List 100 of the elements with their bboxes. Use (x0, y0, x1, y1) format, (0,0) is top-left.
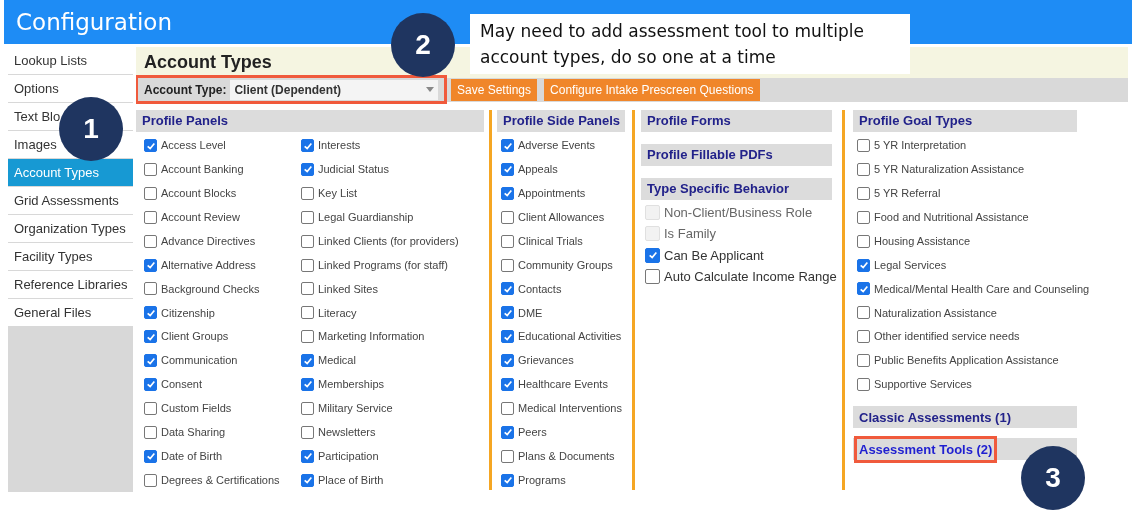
sidebar-item[interactable]: General Files (8, 299, 133, 326)
checkbox[interactable] (301, 234, 314, 248)
checkbox[interactable] (857, 282, 870, 296)
checkbox[interactable] (144, 378, 157, 391)
section-title: Profile Panels (142, 111, 228, 130)
checkbox[interactable] (301, 354, 314, 368)
checkbox-label: Legal Guardianship (318, 210, 414, 225)
checkbox[interactable] (144, 354, 157, 368)
checkbox[interactable] (857, 378, 870, 391)
checkbox-label: Custom Fields (161, 401, 232, 417)
dropdown-caret-icon (426, 87, 434, 93)
checkbox[interactable] (645, 269, 660, 285)
checkbox[interactable] (301, 330, 314, 344)
page-title: Account Types (144, 51, 272, 75)
checkbox[interactable] (144, 330, 157, 344)
checkbox-label: Citizenship (161, 305, 215, 321)
checkbox[interactable] (301, 210, 314, 224)
checkmark-icon (302, 355, 313, 366)
checkbox-label: Linked Programs (for staff) (318, 257, 448, 273)
section-title: Classic Assessments (1) (859, 408, 1011, 427)
checkbox-label: Is Family (664, 225, 716, 244)
checkbox[interactable] (144, 473, 157, 487)
sidebar-item[interactable]: Facility Types (8, 243, 133, 270)
sidebar-item[interactable]: Reference Libraries (8, 271, 133, 298)
account-type-field[interactable]: Account Type: Client (Dependent) (138, 78, 444, 102)
checkbox[interactable] (301, 282, 314, 296)
checkbox[interactable] (857, 258, 870, 272)
checkbox[interactable] (144, 306, 157, 320)
checkbox-label: Naturalization Assistance (874, 305, 997, 321)
checkbox[interactable] (857, 162, 870, 176)
checkbox[interactable] (501, 210, 514, 224)
checkbox[interactable] (144, 139, 157, 153)
checkbox-label: Client Groups (161, 329, 229, 345)
checkbox-label: Degrees & Certifications (161, 472, 280, 488)
checkbox[interactable] (857, 234, 870, 248)
checkbox[interactable] (144, 234, 157, 248)
checkbox[interactable] (301, 139, 314, 153)
checkbox[interactable] (857, 210, 870, 224)
checkbox[interactable] (501, 258, 514, 272)
checkbox[interactable] (301, 258, 314, 272)
checkbox[interactable] (501, 330, 514, 344)
checkbox[interactable] (144, 162, 157, 176)
account-type-select[interactable]: Client (Dependent) (230, 79, 438, 100)
checkbox-label: Clinical Trials (518, 233, 583, 249)
checkbox[interactable] (857, 330, 870, 344)
checkbox[interactable] (501, 401, 514, 415)
checkbox-label: Contacts (518, 281, 562, 297)
checkbox[interactable] (857, 354, 870, 368)
checkbox[interactable] (501, 473, 514, 487)
checkbox[interactable] (144, 449, 157, 463)
checkbox[interactable] (501, 449, 514, 463)
checkbox[interactable] (857, 306, 870, 320)
sidebar-item[interactable]: Organization Types (8, 215, 133, 242)
checkbox-label: Access Level (161, 138, 226, 154)
checkbox[interactable] (144, 258, 157, 272)
sidebar-item[interactable]: Grid Assessments (8, 187, 133, 214)
checkbox-label: Housing Assistance (874, 233, 970, 249)
checkbox[interactable] (501, 186, 514, 200)
checkmark-icon (502, 140, 513, 151)
checkmark-icon (302, 164, 313, 175)
checkbox[interactable] (501, 162, 514, 176)
checkbox[interactable] (301, 473, 314, 487)
checkbox-label: Literacy (318, 305, 357, 321)
checkbox-label: Background Checks (161, 281, 260, 297)
checkbox-label: Food and Nutritional Assistance (874, 210, 1029, 225)
checkbox[interactable] (501, 139, 514, 153)
checkbox[interactable] (501, 282, 514, 296)
checkbox[interactable] (301, 449, 314, 463)
checkbox[interactable] (144, 186, 157, 200)
checkbox-label: Legal Services (874, 257, 947, 273)
checkbox-label: Judicial Status (318, 162, 389, 178)
checkbox[interactable] (301, 186, 314, 200)
checkbox[interactable] (301, 378, 314, 391)
checkbox[interactable] (501, 306, 514, 320)
sidebar-item[interactable]: Options (8, 75, 133, 102)
checkbox-label: Marketing Information (318, 329, 425, 345)
checkbox-label: Medical Interventions (518, 401, 622, 417)
checkbox[interactable] (144, 210, 157, 224)
checkbox[interactable] (501, 378, 514, 391)
checkbox[interactable] (645, 247, 660, 263)
checkbox[interactable] (501, 234, 514, 248)
sidebar-item[interactable]: Lookup Lists (8, 47, 133, 74)
checkbox[interactable] (857, 139, 870, 153)
checkbox[interactable] (301, 401, 314, 415)
checkbox[interactable] (301, 162, 314, 176)
checkbox-label: Non-Client/Business Role (664, 203, 813, 222)
checkbox[interactable] (501, 354, 514, 368)
checkbox[interactable] (144, 401, 157, 415)
checkbox[interactable] (301, 306, 314, 320)
checkbox[interactable] (144, 425, 157, 439)
checkbox[interactable] (501, 425, 514, 439)
checkmark-icon (502, 307, 513, 318)
checkmark-icon (502, 188, 513, 199)
checkbox[interactable] (301, 425, 314, 439)
section-title: Profile Goal Types (859, 111, 973, 130)
checkbox[interactable] (857, 186, 870, 200)
checkmark-icon (858, 260, 869, 271)
checkbox-label: Appointments (518, 186, 586, 202)
checkbox[interactable] (144, 282, 157, 296)
checkbox-label: Grievances (518, 353, 574, 369)
